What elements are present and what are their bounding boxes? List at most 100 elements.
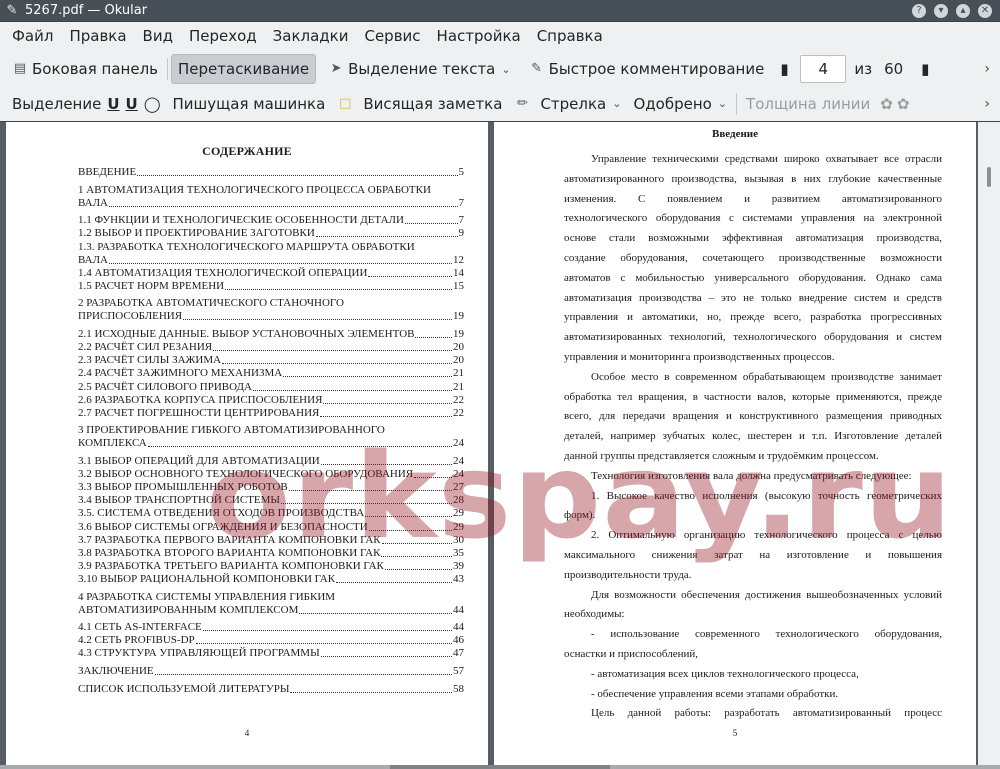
- arrow-button[interactable]: ✏ Стрелка ⌄: [508, 89, 627, 119]
- toc-page-number: 12: [453, 253, 464, 266]
- toc-leader-dots: [323, 402, 452, 404]
- toc-entry-text: 3 ПРОЕКТИРОВАНИЕ ГИБКОГО АВТОМАТИЗИРОВАН…: [78, 424, 385, 437]
- toc-page-number: 43: [453, 572, 464, 585]
- sidebar-toggle-button[interactable]: ▤ Боковая панель: [6, 54, 164, 84]
- menu-edit[interactable]: Правка: [61, 23, 134, 50]
- toolbar-separator: [167, 58, 168, 80]
- paragraph-line: автоматизация производства – это не толь…: [564, 291, 942, 304]
- maximize-window-button[interactable]: ▴: [956, 3, 970, 18]
- text-selection-button[interactable]: ➤ Выделение текста ⌄: [322, 54, 517, 84]
- toc-entry: 4.1 СЕТЬ AS-INTERFACE 44: [78, 621, 464, 634]
- strikeout-icon[interactable]: ◯: [144, 95, 161, 113]
- toc-entry-title: ВАЛА: [78, 253, 108, 266]
- page-number-input[interactable]: 4: [800, 55, 847, 83]
- toc-entry-text: 4 РАЗРАБОТКА СИСТЕМЫ УПРАВЛЕНИЯ ГИБКИМ: [78, 590, 336, 603]
- toc-entry: 2.2 РАСЧЁТ СИЛ РЕЗАНИЯ 20: [78, 341, 464, 354]
- toc-entry-title: 2.3 РАСЧЁТ СИЛЫ ЗАЖИМА: [78, 354, 222, 367]
- chevron-down-icon[interactable]: ⌄: [501, 63, 510, 76]
- toc-leader-dots: [213, 350, 452, 352]
- toc-entry: 3.3 ВЫБОР ПРОМЫШЛЕННЫХ РОБОТОВ 27: [78, 481, 464, 494]
- toc-entry-title: КОМПЛЕКСА: [78, 437, 147, 450]
- title-bar: ✎ 5267.pdf — Okular ? ▾ ▴ ✕: [0, 0, 1000, 22]
- typewriter-button[interactable]: Пишущая машинка: [167, 89, 332, 119]
- opacity-icon[interactable]: ✿: [897, 95, 910, 113]
- highlight-button[interactable]: Выделение: [6, 89, 107, 119]
- vertical-scrollbar[interactable]: [978, 122, 1000, 765]
- toc-page-number: 28: [453, 494, 464, 507]
- toc-entry-title: СПИСОК ИСПОЛЬЗУЕМОЙ ЛИТЕРАТУРЫ: [78, 682, 290, 695]
- toc-leader-dots: [195, 643, 452, 645]
- previous-page-icon[interactable]: ▮: [780, 60, 792, 78]
- toc-entry: 3.2 ВЫБОР ОСНОВНОГО ТЕХНОЛОГИЧЕСКОГО ОБО…: [78, 468, 464, 481]
- toc-entry: 1.4 АВТОМАТИЗАЦИЯ ТЕХНОЛОГИЧЕСКОЙ ОПЕРАЦ…: [78, 267, 464, 280]
- toc-entry: 2.5 РАСЧЁТ СИЛОВОГО ПРИВОДА 21: [78, 381, 464, 394]
- toc-page-number: 22: [453, 393, 464, 406]
- document-view[interactable]: СОДЕРЖАНИЕ ВВЕДЕНИЕ 5 1 АВТОМАТИЗАЦИЯ ТЕХН…: [0, 121, 1000, 765]
- quick-comment-button[interactable]: ✎ Быстрое комментирование: [523, 54, 771, 84]
- squiggle-icon[interactable]: U: [126, 95, 138, 113]
- help-window-button[interactable]: ?: [912, 3, 926, 18]
- toc-entry: 1.2 ВЫБОР И ПРОЕКТИРОВАНИЕ ЗАГОТОВКИ 9: [78, 227, 464, 240]
- chevron-down-icon[interactable]: ⌄: [612, 97, 621, 110]
- paragraph-line: технологического оборудования с системам…: [564, 212, 942, 225]
- toc-leader-dots: [290, 691, 452, 693]
- menu-help[interactable]: Справка: [529, 23, 611, 50]
- paragraph-line: управления и мониторинга производственны…: [564, 351, 835, 363]
- line-width-button[interactable]: Толщина линии: [740, 89, 876, 119]
- toc-entry: 4.3 СТРУКТУРА УПРАВЛЯЮЩЕЙ ПРОГРАММЫ 47: [78, 647, 464, 660]
- toc-page-number: 24: [453, 455, 464, 467]
- note-icon: □: [339, 95, 352, 111]
- paragraph-line: деталей, например зубчатых колес, шестер…: [564, 430, 942, 443]
- paragraph-line: Управление техническими средствами широк…: [591, 153, 942, 165]
- menu-tools[interactable]: Сервис: [356, 23, 428, 50]
- horizontal-scrollbar[interactable]: [0, 765, 1000, 769]
- toc-page-number: 24: [453, 437, 464, 450]
- toc-entry: 3 ПРОЕКТИРОВАНИЕ ГИБКОГО АВТОМАТИЗИРОВАН…: [78, 424, 464, 450]
- toc-leader-dots: [320, 415, 452, 417]
- toc-entry: 3.5. СИСТЕМА ОТВЕДЕНИЯ ОТХОДОВ ПРОИЗВОДС…: [78, 507, 464, 520]
- menu-bookmarks[interactable]: Закладки: [265, 23, 357, 50]
- menu-settings[interactable]: Настройка: [429, 23, 529, 50]
- toc-page-number: 15: [453, 279, 464, 292]
- close-window-button[interactable]: ✕: [978, 3, 992, 18]
- horizontal-scrollbar-thumb[interactable]: [390, 765, 610, 769]
- paragraph-line: - использование современного технологиче…: [591, 628, 942, 641]
- page-number: 4: [244, 728, 250, 738]
- toc-leader-dots: [283, 376, 452, 378]
- minimize-window-button[interactable]: ▾: [934, 3, 948, 18]
- paragraph-line: обработка тел вращения, в частности вало…: [564, 390, 942, 403]
- okular-app-icon: ✎: [6, 2, 18, 18]
- toc-page-number: 22: [453, 406, 464, 419]
- menu-file[interactable]: Файл: [4, 23, 61, 50]
- toc-entry: ЗАКЛЮЧЕНИЕ 57: [78, 665, 464, 678]
- scrollbar-thumb[interactable]: [987, 167, 991, 187]
- toc-leader-dots: [415, 337, 452, 339]
- toolbar-overflow-icon[interactable]: ›: [978, 96, 996, 112]
- toc-leader-dots: [202, 630, 452, 632]
- toc-entry: 4.2 СЕТЬ PROFIBUS-DP 46: [78, 634, 464, 647]
- paragraph-line: 2. Оптимальную организацию технологическ…: [591, 529, 942, 542]
- toc-page-number: 21: [453, 380, 464, 393]
- stamp-button[interactable]: Одобрено ⌄: [627, 89, 733, 119]
- toolbar-separator: [736, 92, 738, 115]
- line-width-label: Толщина линии: [746, 94, 871, 113]
- color-icon[interactable]: ✿: [880, 95, 893, 113]
- next-page-icon[interactable]: ▮: [921, 60, 933, 78]
- toolbar-overflow-icon[interactable]: ›: [978, 61, 996, 77]
- drag-mode-button[interactable]: Перетаскивание: [171, 54, 317, 84]
- toc-entry: 2.4 РАСЧЁТ ЗАЖИМНОГО МЕХАНИЗМА 21: [78, 367, 464, 380]
- toc-page-number: 44: [453, 603, 464, 616]
- menu-go[interactable]: Переход: [181, 23, 265, 50]
- toc-page-number: 19: [453, 328, 464, 341]
- toc-page-number: 46: [453, 634, 464, 647]
- paragraph-line: данной группы представляется сложным и т…: [564, 450, 879, 462]
- chevron-down-icon[interactable]: ⌄: [718, 97, 727, 110]
- toc-entry-title: 4.1 СЕТЬ AS-INTERFACE: [78, 621, 202, 634]
- toc-entry: 3.4 ВЫБОР ТРАНСПОРТНОЙ СИСТЕМЫ 28: [78, 494, 464, 507]
- menu-view[interactable]: Вид: [135, 23, 181, 50]
- sticky-note-button[interactable]: □ Висящая заметка: [331, 89, 508, 119]
- toc-entry: 2.6 РАЗРАБОТКА КОРПУСА ПРИСПОСОБЛЕНИЯ 22: [78, 394, 464, 407]
- toc-leader-dots: [252, 389, 452, 391]
- intro-heading: Введение: [711, 128, 759, 140]
- underline-icon[interactable]: U: [107, 95, 119, 113]
